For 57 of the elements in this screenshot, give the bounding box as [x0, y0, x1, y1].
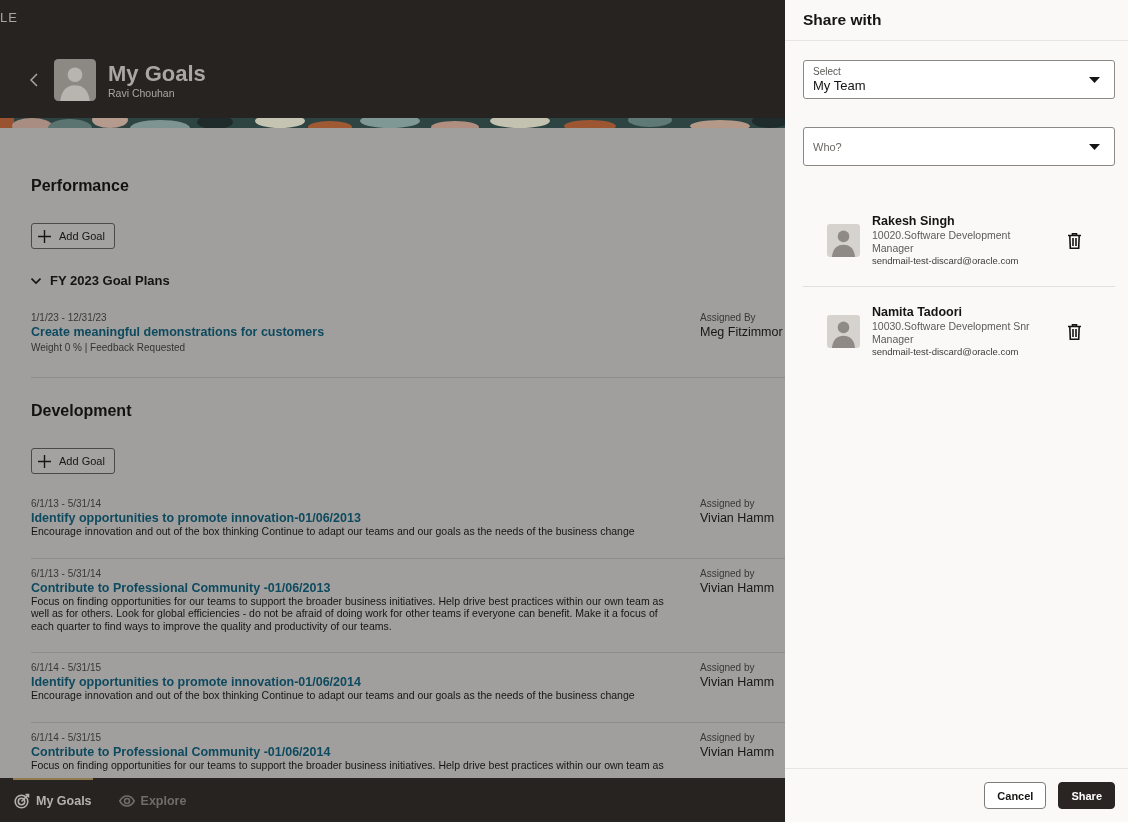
employee-name: Ravi Chouhan [108, 86, 175, 100]
panel-title: Share with [803, 11, 882, 29]
goal-plan-toggle[interactable]: FY 2023 Goal Plans [31, 272, 170, 290]
brand-logo: LE [0, 11, 18, 25]
avatar-icon [54, 59, 96, 101]
plus-icon [38, 229, 51, 243]
caret-down-icon [1089, 76, 1100, 83]
team-select-field[interactable]: Select My Team [803, 60, 1115, 99]
section-heading: Development [31, 401, 132, 421]
goal-title-link[interactable]: Contribute to Professional Community -01/06/2014 [31, 744, 331, 759]
goal-description: Encourage innovation and out of the box thinking Continue to adapt our teams and our goals as the needs of the business change [31, 525, 635, 538]
assigned-label: Assigned By [700, 311, 756, 325]
goal-title-link[interactable]: Contribute to Professional Community -01/06/2013 [31, 580, 331, 595]
goal-title-link[interactable]: Identify opportunities to promote innovation-01/06/2013 [31, 511, 361, 525]
person-job-title: 10020.Software Development Manager [872, 229, 1012, 254]
share-button[interactable]: Share [1058, 782, 1115, 809]
assigned-name: Vivian Hamm [700, 744, 775, 759]
goal-title-link[interactable]: Identify opportunities to promote innovation-01/06/2014 [31, 675, 361, 689]
assigned-name: Meg Fitzimmor [700, 325, 783, 339]
person-job-title: 10030.Software Development Snr Manager [872, 320, 1031, 345]
goal-dates: 6/1/13 - 5/31/14 [31, 497, 102, 511]
goal-dates: 6/1/14 - 5/31/15 [31, 730, 102, 745]
back-icon[interactable] [30, 73, 38, 87]
add-goal-button[interactable]: Add Goal [31, 223, 115, 249]
avatar-icon [827, 315, 860, 348]
person-email: sendmail-test-discard@oracle.com [872, 346, 1019, 358]
person-email: sendmail-test-discard@oracle.com [872, 255, 1019, 267]
target-icon [14, 793, 30, 809]
who-field[interactable]: Who? [803, 127, 1115, 166]
goal-dates: 6/1/14 - 5/31/15 [31, 661, 102, 675]
plus-icon [38, 454, 51, 468]
goal-description: Encourage innovation and out of the box thinking Continue to adapt our teams and our goals as the needs of the business change [31, 689, 635, 702]
assigned-name: Vivian Hamm [700, 511, 775, 525]
goal-dates: 6/1/13 - 5/31/14 [31, 566, 102, 581]
avatar-icon [827, 224, 860, 257]
goal-description: Focus on finding opportunities for our teams to support the broader business initiatives. Help drive best practices within our own team as well as for others. Look for global efficiencies - do not be afraid of doing work for other teams if everyone can benefit. Make it a focus of each quarter to find ways to improve the quality and productivity of our teams. [31, 594, 665, 632]
section-heading: Performance [31, 176, 129, 196]
cancel-button[interactable]: Cancel [984, 782, 1047, 809]
assigned-name: Vivian Hamm [700, 675, 775, 689]
trash-icon[interactable] [1068, 232, 1081, 249]
person-name: Namita Tadoori [872, 305, 963, 320]
goal-dates: 1/1/23 - 12/31/23 [31, 311, 107, 325]
eye-icon [118, 793, 135, 809]
person-name: Rakesh Singh [872, 214, 955, 229]
assigned-name: Vivian Hamm [700, 580, 775, 595]
goal-meta: Weight 0 % | Feedback Requested [31, 341, 186, 355]
assigned-label: Assigned by [700, 566, 755, 581]
assigned-label: Assigned by [700, 497, 755, 511]
trash-icon[interactable] [1068, 323, 1081, 340]
assigned-label: Assigned by [700, 661, 755, 675]
page-title: My Goals [108, 60, 206, 87]
nav-tab[interactable]: My Goals [13, 778, 93, 822]
goal-description: Focus on finding opportunities for our teams to support the broader business initiatives. Help drive best practices within our own team as [31, 758, 664, 771]
goal-title-link[interactable]: Create meaningful demonstrations for customers [31, 325, 325, 339]
add-goal-button[interactable]: Add Goal [31, 448, 115, 474]
assigned-label: Assigned by [700, 730, 755, 745]
caret-down-icon [1089, 144, 1100, 150]
